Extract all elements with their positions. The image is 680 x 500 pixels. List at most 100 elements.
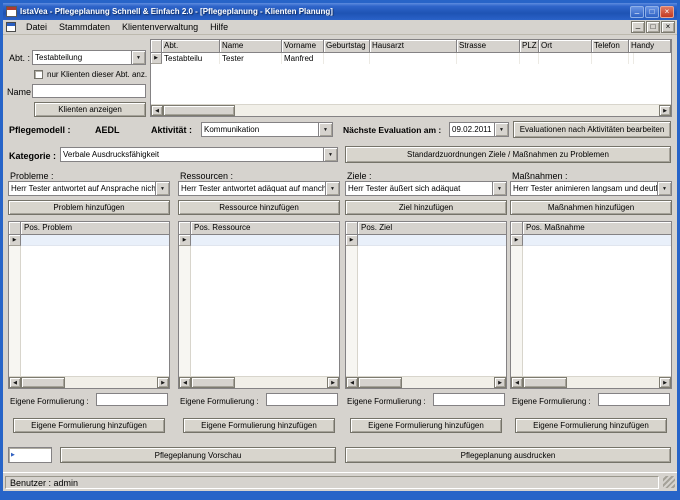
col-header-vorname[interactable]: Vorname: [282, 40, 324, 53]
scroll-thumb[interactable]: [523, 377, 567, 388]
chevron-down-icon[interactable]: ▼: [323, 148, 337, 161]
custom-formulation-add-button[interactable]: Eigene Formulierung hinzufügen: [515, 418, 667, 433]
problem-list[interactable]: Pos. Problem ▶ ◀ ▶: [8, 221, 170, 389]
evaluation-date-picker[interactable]: 09.02.2011 ▼: [449, 122, 509, 137]
custom-formulation-add-button[interactable]: Eigene Formulierung hinzufügen: [350, 418, 502, 433]
massnahme-list-scrollbar[interactable]: ◀ ▶: [511, 376, 671, 388]
ressource-add-button[interactable]: Ressource hinzufügen: [178, 200, 340, 215]
col-header-telefon[interactable]: Telefon: [592, 40, 629, 53]
ressource-list[interactable]: Pos. Ressource ▶ ◀ ▶: [178, 221, 340, 389]
scroll-right-arrow-icon[interactable]: ▶: [659, 377, 671, 388]
scroll-left-arrow-icon[interactable]: ◀: [151, 105, 163, 116]
ziel-list[interactable]: Pos. Ziel ▶ ◀ ▶: [345, 221, 507, 389]
massnahme-list-row[interactable]: ▶: [511, 235, 671, 246]
mdi-close-icon[interactable]: ×: [661, 21, 675, 33]
ressource-list-header-row: Pos. Ressource: [179, 222, 339, 235]
next-evaluation-label: Nächste Evaluation am :: [343, 125, 441, 135]
titlebar[interactable]: IstaVea - Pflegeplanung Schnell & Einfac…: [3, 3, 677, 20]
aktivitaet-combobox[interactable]: Kommunikation ▼: [201, 122, 333, 137]
show-clients-button[interactable]: Klienten anzeigen: [34, 102, 146, 117]
row-gutter: ▶: [346, 235, 358, 246]
cell-abt: Testabteilu: [162, 53, 220, 64]
chevron-down-icon[interactable]: ▼: [155, 182, 169, 195]
scroll-thumb[interactable]: [358, 377, 402, 388]
scroll-track[interactable]: [191, 377, 327, 388]
col-header-name[interactable]: Name: [220, 40, 282, 53]
problem-combobox[interactable]: Herr Tester antwortet auf Ansprache nich…: [8, 181, 170, 196]
care-plan-preview-button[interactable]: Pflegeplanung Vorschau: [60, 447, 336, 463]
ziel-add-button[interactable]: Ziel hinzufügen: [345, 200, 507, 215]
custom-formulation-input[interactable]: [96, 393, 168, 406]
scroll-thumb[interactable]: [163, 105, 235, 116]
scroll-right-arrow-icon[interactable]: ▶: [157, 377, 169, 388]
scroll-right-arrow-icon[interactable]: ▶: [494, 377, 506, 388]
scroll-left-arrow-icon[interactable]: ◀: [511, 377, 523, 388]
care-plan-print-button[interactable]: Pflegeplanung ausdrucken: [345, 447, 671, 463]
custom-formulation-add-button[interactable]: Eigene Formulierung hinzufügen: [183, 418, 335, 433]
custom-formulation-input[interactable]: [433, 393, 505, 406]
mdi-restore-icon[interactable]: □: [646, 21, 660, 33]
massnahme-combobox[interactable]: Herr Tester animieren langsam und deutli…: [510, 181, 672, 196]
custom-formulation-input[interactable]: [266, 393, 338, 406]
abt-combobox[interactable]: Testabteilung ▼: [32, 50, 146, 65]
kategorie-combobox[interactable]: Verbale Ausdrucksfähigkeit ▼: [60, 147, 338, 162]
col-header-hausarzt[interactable]: Hausarzt: [370, 40, 457, 53]
maximize-icon[interactable]: □: [645, 6, 659, 18]
scroll-track[interactable]: [21, 377, 157, 388]
chevron-down-icon[interactable]: ▼: [131, 51, 145, 64]
massnahme-add-button[interactable]: Maßnahmen hinzufügen: [510, 200, 672, 215]
scroll-thumb[interactable]: [21, 377, 65, 388]
scroll-left-arrow-icon[interactable]: ◀: [346, 377, 358, 388]
cell-geburtstag: [324, 53, 370, 64]
list-gutter-column: [511, 246, 523, 376]
problem-list-scrollbar[interactable]: ◀ ▶: [9, 376, 169, 388]
mdi-minimize-icon[interactable]: _: [631, 21, 645, 33]
minimize-icon[interactable]: _: [630, 6, 644, 18]
col-header-plz[interactable]: PLZ: [520, 40, 539, 53]
only-clients-checkbox[interactable]: [34, 70, 43, 79]
name-input[interactable]: [32, 84, 146, 98]
scroll-right-arrow-icon[interactable]: ▶: [659, 105, 671, 116]
chevron-down-icon[interactable]: ▼: [492, 182, 506, 195]
menu-stammdaten[interactable]: Stammdaten: [53, 21, 116, 33]
chevron-down-icon[interactable]: ▼: [318, 123, 332, 136]
col-header-ort[interactable]: Ort: [539, 40, 592, 53]
scroll-track[interactable]: [358, 377, 494, 388]
grid-horizontal-scrollbar[interactable]: ◀ ▶: [151, 104, 671, 116]
standard-assignments-button[interactable]: Standardzuordnungen Ziele / Maßnahmen zu…: [345, 146, 671, 163]
custom-formulation-input[interactable]: [598, 393, 670, 406]
scroll-right-arrow-icon[interactable]: ▶: [327, 377, 339, 388]
edit-evaluations-button[interactable]: Evaluationen nach Aktivitäten bearbeiten: [513, 121, 671, 138]
col-header-handy[interactable]: Handy: [629, 40, 671, 53]
calendar-dropdown-icon[interactable]: ▼: [494, 123, 508, 136]
col-header-strasse[interactable]: Strasse: [457, 40, 520, 53]
ressource-list-row[interactable]: ▶: [179, 235, 339, 246]
custom-formulation-add-button[interactable]: Eigene Formulierung hinzufügen: [13, 418, 165, 433]
chevron-down-icon[interactable]: ▼: [325, 182, 339, 195]
scroll-track[interactable]: [523, 377, 659, 388]
problem-add-button[interactable]: Problem hinzufügen: [8, 200, 170, 215]
scroll-thumb[interactable]: [191, 377, 235, 388]
chevron-down-icon[interactable]: ▼: [657, 182, 671, 195]
clients-grid[interactable]: Abt. Name Vorname Geburtstag Hausarzt St…: [150, 39, 672, 117]
ziel-combobox[interactable]: Herr Tester äußert sich adäquat ▼: [345, 181, 507, 196]
menu-klientenverwaltung[interactable]: Klientenverwaltung: [116, 21, 204, 33]
close-icon[interactable]: ×: [660, 6, 674, 18]
ressource-list-scrollbar[interactable]: ◀ ▶: [179, 376, 339, 388]
child-window-icon[interactable]: [6, 22, 16, 32]
scroll-track[interactable]: [163, 105, 659, 116]
ressource-combobox[interactable]: Herr Tester antwortet adäquat auf manch …: [178, 181, 340, 196]
menu-hilfe[interactable]: Hilfe: [204, 21, 234, 33]
client-row[interactable]: ▶ Testabteilu Tester Manfred: [151, 53, 671, 64]
ziel-list-scrollbar[interactable]: ◀ ▶: [346, 376, 506, 388]
resize-grip-icon[interactable]: [663, 476, 675, 488]
problem-list-row[interactable]: ▶: [9, 235, 169, 246]
scroll-left-arrow-icon[interactable]: ◀: [179, 377, 191, 388]
menu-datei[interactable]: Datei: [20, 21, 53, 33]
massnahme-list[interactable]: Pos. Maßnahme ▶ ◀ ▶: [510, 221, 672, 389]
col-header-abt[interactable]: Abt.: [162, 40, 220, 53]
ziel-list-row[interactable]: ▶: [346, 235, 506, 246]
row-marker-icon: ▶: [11, 453, 15, 458]
scroll-left-arrow-icon[interactable]: ◀: [9, 377, 21, 388]
col-header-geburtstag[interactable]: Geburtstag: [324, 40, 370, 53]
